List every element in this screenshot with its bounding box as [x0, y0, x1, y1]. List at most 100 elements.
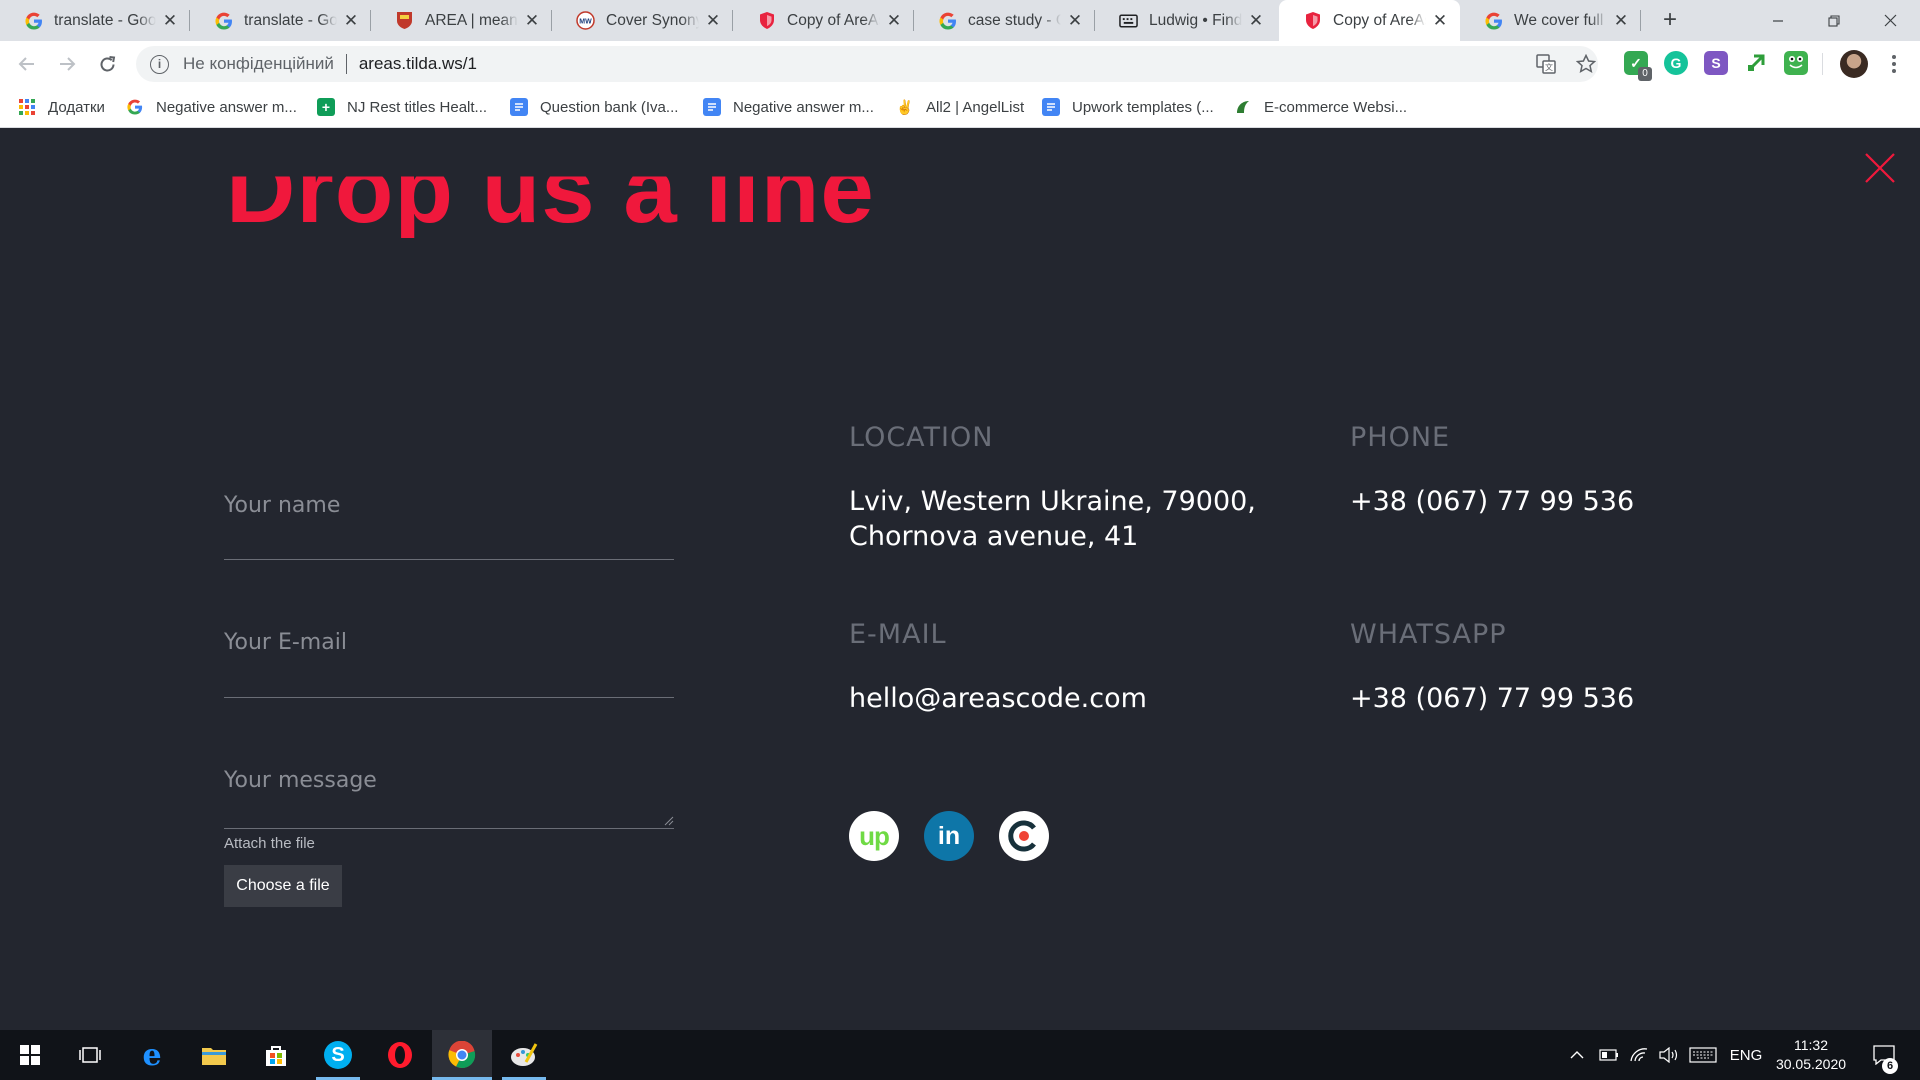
clutch-icon — [1008, 820, 1036, 852]
browser-tab[interactable]: case study - Google Search ✕ — [914, 0, 1095, 41]
tab-title: Cover Synonyms — [606, 11, 699, 29]
tab-close-icon[interactable]: ✕ — [886, 12, 902, 29]
keyboard-tray[interactable] — [1686, 1030, 1720, 1080]
choose-file-button[interactable]: Choose a file — [224, 865, 342, 907]
whatsapp-value[interactable]: +38 (067) 77 99 536 — [1350, 681, 1634, 716]
tilda-shield-icon — [757, 11, 776, 30]
tilda-shield-icon — [1303, 11, 1322, 30]
bookmark-label: Додатки — [48, 98, 105, 116]
reload-button[interactable] — [92, 49, 122, 79]
name-field[interactable]: Your name — [224, 473, 674, 560]
bookmark-label: Negative answer m... — [733, 98, 874, 116]
tab-close-icon[interactable]: ✕ — [1432, 12, 1448, 29]
restore-button[interactable] — [1806, 0, 1862, 41]
translate-icon[interactable]: 文 — [1532, 50, 1560, 78]
taskbar-clock[interactable]: 11:32 30.05.2020 — [1766, 1036, 1856, 1074]
address-bar[interactable]: i Не конфіденційний areas.tilda.ws/1 — [136, 46, 1598, 82]
taskbar-opera[interactable] — [370, 1030, 430, 1080]
s-extension-icon[interactable]: S — [1704, 51, 1728, 75]
location-line-1: Lviv, Western Ukraine, 79000, — [849, 486, 1256, 517]
browser-tab-active[interactable]: Copy of AreAs ✕ — [1279, 0, 1460, 41]
tab-close-icon[interactable]: ✕ — [524, 12, 540, 29]
phone-value[interactable]: +38 (067) 77 99 536 — [1350, 484, 1634, 519]
taskbar-paint[interactable] — [494, 1030, 554, 1080]
tab-close-icon[interactable]: ✕ — [162, 12, 178, 29]
tab-close-icon[interactable]: ✕ — [1067, 12, 1083, 29]
window-close-button[interactable] — [1862, 0, 1918, 41]
start-button[interactable] — [0, 1030, 60, 1080]
browser-tab[interactable]: We cover full cycle ✕ — [1460, 0, 1641, 41]
skype-icon: S — [324, 1041, 352, 1069]
bookmark-star-icon[interactable] — [1572, 50, 1600, 78]
bookmark-label: All2 | AngelList — [926, 98, 1025, 116]
info-icon[interactable]: i — [150, 54, 169, 74]
bookmark-item[interactable]: ✌ All2 | AngelList — [896, 87, 1024, 127]
action-center[interactable]: 6 — [1864, 1030, 1904, 1080]
taskbar-edge[interactable]: e — [122, 1030, 182, 1080]
opera-icon — [388, 1042, 412, 1068]
attach-label: Attach the file — [224, 835, 315, 852]
more-menu-icon[interactable] — [1880, 50, 1908, 78]
resize-handle-icon[interactable] — [664, 816, 674, 826]
browser-tab[interactable]: translate - Google Search ✕ — [0, 0, 190, 41]
tab-close-icon[interactable]: ✕ — [705, 12, 721, 29]
omnibox-divider — [345, 54, 347, 74]
merriam-webster-icon: MW — [576, 11, 595, 30]
linkedin-link[interactable]: in — [924, 811, 974, 861]
battery-tray[interactable] — [1594, 1030, 1624, 1080]
battery-icon — [1599, 1049, 1618, 1061]
cambridge-icon — [395, 11, 414, 30]
bookmark-apps[interactable]: Додатки — [18, 87, 105, 127]
language-indicator[interactable]: ENG — [1724, 1030, 1768, 1080]
bookmark-item[interactable]: Negative answer m... — [703, 87, 874, 127]
browser-tab[interactable]: Copy of AreAs ✕ — [733, 0, 914, 41]
bookmark-item[interactable]: E-commerce Websi... — [1234, 87, 1407, 127]
phone-label: PHONE — [1350, 422, 1451, 453]
frog-extension-icon[interactable] — [1784, 51, 1808, 75]
folder-icon — [202, 1048, 226, 1065]
email-placeholder: Your E-mail — [224, 630, 347, 655]
google-icon — [24, 11, 43, 30]
browser-tab[interactable]: AREA | meaning in the Cambridge ✕ — [371, 0, 552, 41]
tab-title: translate - Google Search — [54, 11, 156, 29]
clutch-link[interactable] — [999, 811, 1049, 861]
location-line-2: Chornova avenue, 41 — [849, 521, 1139, 552]
green-arrow-extension-icon[interactable] — [1744, 51, 1768, 75]
sheets-icon: + — [317, 98, 335, 116]
security-status[interactable]: Не конфіденційний — [183, 54, 334, 74]
bookmark-item[interactable]: Question bank (Iva... — [510, 87, 678, 127]
taskbar-chrome[interactable] — [432, 1030, 492, 1080]
network-tray[interactable] — [1624, 1030, 1654, 1080]
close-icon[interactable] — [1864, 152, 1896, 184]
email-value[interactable]: hello@areascode.com — [849, 681, 1147, 716]
clock-time: 11:32 — [1794, 1037, 1828, 1053]
volume-tray[interactable] — [1654, 1030, 1684, 1080]
message-field[interactable]: Your message — [224, 748, 674, 829]
tab-close-icon[interactable]: ✕ — [1248, 12, 1264, 29]
reload-icon — [100, 55, 115, 71]
bookmark-item[interactable]: Upwork templates (... — [1042, 87, 1214, 127]
apps-grid-icon — [18, 98, 36, 116]
avatar[interactable] — [1840, 50, 1868, 78]
browser-tab[interactable]: Ludwig • Find your English ✕ — [1095, 0, 1276, 41]
tab-close-icon[interactable]: ✕ — [343, 12, 359, 29]
show-hidden-icons[interactable] — [1562, 1030, 1592, 1080]
contact-popup: Drop us a line Your name Your E-mail You… — [0, 128, 1920, 1030]
taskbar-skype[interactable]: S — [308, 1030, 368, 1080]
new-tab-button[interactable]: + — [1656, 6, 1684, 34]
upwork-link[interactable]: up — [849, 811, 899, 861]
email-field[interactable]: Your E-mail — [224, 610, 674, 698]
grammarly-icon[interactable]: G — [1664, 51, 1688, 75]
task-view-button[interactable] — [60, 1030, 120, 1080]
taskbar-explorer[interactable] — [184, 1030, 244, 1080]
forward-button[interactable] — [52, 49, 82, 79]
browser-tab[interactable]: MW Cover Synonyms ✕ — [552, 0, 733, 41]
browser-tab[interactable]: translate - Google Search ✕ — [190, 0, 371, 41]
bookmark-item[interactable]: Negative answer m... — [126, 87, 297, 127]
taskbar-store[interactable] — [246, 1030, 306, 1080]
url-text[interactable]: areas.tilda.ws/1 — [359, 54, 477, 74]
tab-close-icon[interactable]: ✕ — [1613, 12, 1629, 29]
minimize-button[interactable] — [1750, 0, 1806, 41]
back-button[interactable] — [12, 49, 42, 79]
bookmark-item[interactable]: + NJ Rest titles Healt... — [317, 87, 487, 127]
